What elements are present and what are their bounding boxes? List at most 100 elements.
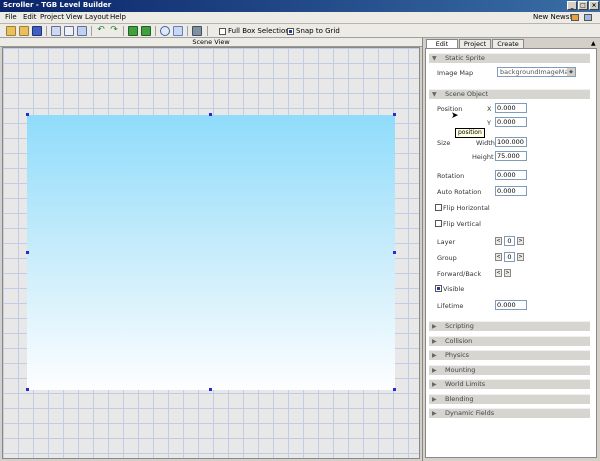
news-icon[interactable] — [571, 14, 579, 21]
open-folder-icon[interactable] — [19, 26, 29, 36]
copy-icon[interactable] — [64, 26, 74, 36]
visible-label[interactable]: Visible — [443, 285, 464, 293]
section-world-limits[interactable]: ▶ World Limits — [429, 379, 590, 389]
rotation-label: Rotation — [437, 172, 465, 180]
toolbar-separator — [207, 26, 208, 36]
resize-handle[interactable] — [393, 113, 396, 116]
layer-decrement-button[interactable]: < — [495, 237, 502, 245]
y-label: Y — [487, 119, 491, 127]
section-mounting[interactable]: ▶ Mounting — [429, 365, 590, 375]
mouse-cursor-icon: ➤ — [451, 111, 459, 121]
toolbar-separator — [123, 26, 124, 36]
expanded-arrow-icon: ▼ — [432, 91, 437, 98]
section-static-sprite[interactable]: ▼ Static Sprite — [429, 53, 590, 63]
background-sprite[interactable] — [27, 115, 395, 390]
width-label: Width — [476, 139, 495, 147]
dropdown-arrow-icon: ◆ — [567, 68, 575, 76]
resize-handle[interactable] — [393, 388, 396, 391]
collapsed-arrow-icon: ▶ — [432, 410, 437, 417]
bring-front-icon[interactable] — [141, 26, 151, 36]
move-forward-button[interactable]: > — [504, 269, 511, 277]
width-input[interactable]: 100.000 — [495, 137, 527, 147]
redo-icon[interactable]: ↷ — [109, 26, 119, 36]
group-decrement-button[interactable]: < — [495, 253, 502, 261]
menu-layout[interactable]: Layout — [85, 13, 109, 21]
new-folder-icon[interactable] — [6, 26, 16, 36]
save-icon[interactable] — [32, 26, 42, 36]
auto-rotation-label: Auto Rotation — [437, 188, 482, 196]
resize-handle[interactable] — [26, 251, 29, 254]
tab-edit[interactable]: Edit — [426, 39, 458, 48]
paste-icon[interactable] — [77, 26, 87, 36]
section-scripting[interactable]: ▶ Scripting — [429, 321, 590, 331]
group-increment-button[interactable]: > — [517, 253, 524, 261]
toolbar-separator — [187, 26, 188, 36]
position-x-input[interactable]: 0.000 — [495, 103, 527, 113]
rotation-input[interactable]: 0.000 — [495, 170, 527, 180]
toolbar-separator — [46, 26, 47, 36]
title-bar: Scroller - TGB Level Builder _ □ × — [0, 0, 600, 12]
section-physics[interactable]: ▶ Physics — [429, 350, 590, 360]
resize-handle[interactable] — [26, 113, 29, 116]
image-map-label: Image Map — [437, 69, 474, 77]
inspector-body: ▼ Static Sprite Image Map backgroundImag… — [425, 48, 597, 458]
full-box-selection-checkbox[interactable] — [219, 28, 226, 35]
play-icon[interactable] — [160, 26, 170, 36]
menu-file[interactable]: File — [5, 13, 17, 21]
maximize-button[interactable]: □ — [578, 1, 588, 10]
visible-checkbox[interactable] — [435, 285, 442, 292]
scroll-up-icon[interactable]: ▲ — [591, 40, 596, 47]
send-back-icon[interactable] — [128, 26, 138, 36]
collapsed-arrow-icon: ▶ — [432, 367, 437, 374]
camera-icon[interactable] — [192, 26, 202, 36]
undo-icon[interactable]: ↶ — [96, 26, 106, 36]
flip-horizontal-checkbox[interactable] — [435, 204, 442, 211]
window-icon[interactable] — [584, 14, 592, 21]
news-link[interactable]: New News! — [533, 13, 572, 21]
position-tooltip: position — [455, 128, 485, 138]
group-input[interactable]: 0 — [504, 252, 515, 262]
menu-project[interactable]: Project — [40, 13, 64, 21]
resize-handle[interactable] — [209, 388, 212, 391]
menu-bar: File Edit Project View Layout Help New N… — [0, 12, 600, 24]
resize-handle[interactable] — [209, 113, 212, 116]
minimize-button[interactable]: _ — [567, 1, 577, 10]
toolbar: ↶ ↷ Full Box Selection Snap to Grid — [0, 24, 600, 38]
tab-create[interactable]: Create — [492, 39, 524, 48]
resize-handle[interactable] — [26, 388, 29, 391]
lifetime-label: Lifetime — [437, 302, 464, 310]
toolbar-separator — [155, 26, 156, 36]
collapsed-arrow-icon: ▶ — [432, 323, 437, 330]
cut-icon[interactable] — [51, 26, 61, 36]
close-button[interactable]: × — [589, 1, 599, 10]
section-scene-object[interactable]: ▼ Scene Object — [429, 89, 590, 99]
layer-label: Layer — [437, 238, 456, 246]
snap-to-grid-label[interactable]: Snap to Grid — [296, 27, 340, 35]
section-dynamic-fields[interactable]: ▶ Dynamic Fields — [429, 408, 590, 418]
layer-input[interactable]: 0 — [504, 236, 515, 246]
flip-vertical-label[interactable]: Flip Vertical — [443, 220, 481, 228]
full-box-selection-label[interactable]: Full Box Selection — [228, 27, 290, 35]
menu-edit[interactable]: Edit — [23, 13, 37, 21]
flip-horizontal-label[interactable]: Flip Horizontal — [443, 204, 490, 212]
snap-to-grid-checkbox[interactable] — [287, 28, 294, 35]
collapsed-arrow-icon: ▶ — [432, 396, 437, 403]
height-input[interactable]: 75.000 — [495, 151, 527, 161]
section-collision[interactable]: ▶ Collision — [429, 336, 590, 346]
lifetime-input[interactable]: 0.000 — [495, 300, 527, 310]
tab-project[interactable]: Project — [459, 39, 491, 48]
auto-rotation-input[interactable]: 0.000 — [495, 186, 527, 196]
collapsed-arrow-icon: ▶ — [432, 352, 437, 359]
menu-view[interactable]: View — [66, 13, 83, 21]
select-tool-icon[interactable] — [173, 26, 183, 36]
flip-vertical-checkbox[interactable] — [435, 220, 442, 227]
expanded-arrow-icon: ▼ — [432, 55, 437, 62]
menu-help[interactable]: Help — [110, 13, 126, 21]
layer-increment-button[interactable]: > — [517, 237, 524, 245]
image-map-select[interactable]: backgroundImageMap ◆ — [497, 67, 576, 77]
section-blending[interactable]: ▶ Blending — [429, 394, 590, 404]
move-back-button[interactable]: < — [495, 269, 502, 277]
position-y-input[interactable]: 0.000 — [495, 117, 527, 127]
resize-handle[interactable] — [393, 251, 396, 254]
forward-back-label: Forward/Back — [437, 270, 482, 278]
